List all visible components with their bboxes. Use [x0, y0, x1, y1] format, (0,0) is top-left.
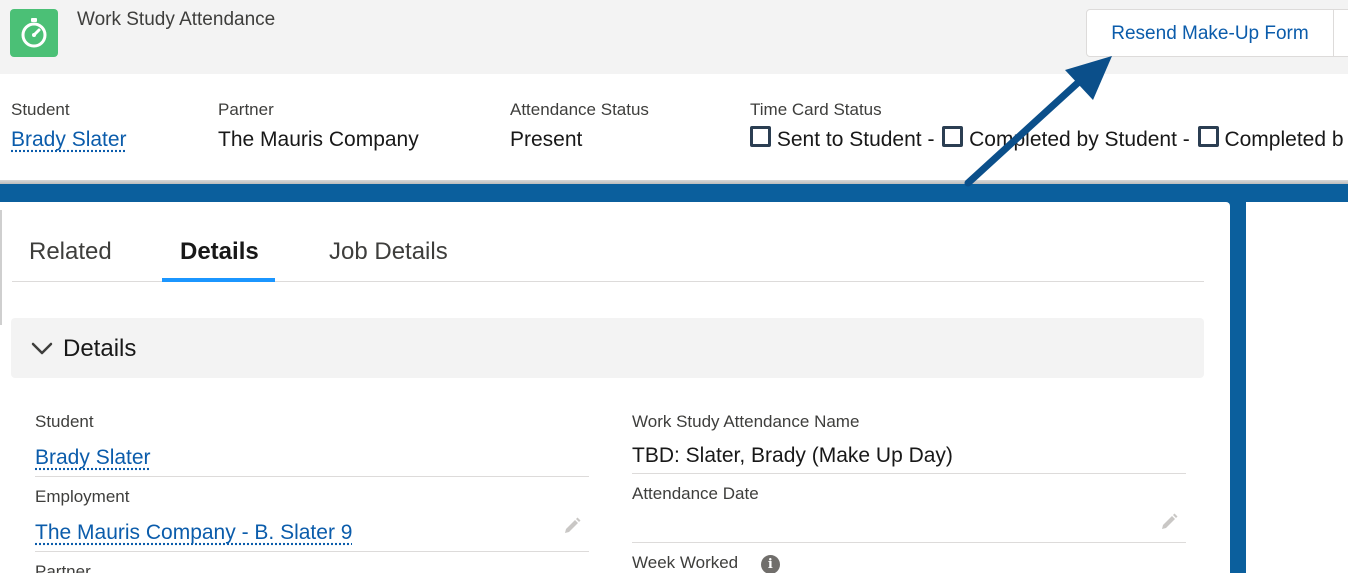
chevron-down-icon [31, 342, 53, 355]
highlight-student-label: Student [11, 100, 70, 119]
field-partner-label: Partner [35, 562, 91, 573]
field-divider [632, 473, 1186, 474]
completed-by-partner-checkbox [1197, 126, 1219, 147]
stopwatch-icon [10, 9, 58, 57]
completed-by-student-checkbox [942, 126, 964, 147]
field-week-worked-label: Week Worked [632, 553, 739, 572]
highlight-attendance-status: Attendance Status Present [510, 100, 649, 152]
more-actions-button[interactable] [1333, 9, 1348, 57]
field-attendance-name-value: TBD: Slater, Brady (Make Up Day) [632, 444, 953, 467]
field-week-worked: Week Worked i [632, 553, 780, 573]
completed-by-student-text: Completed by Student - [969, 128, 1190, 151]
field-attendance-name: Work Study Attendance Name TBD: Slater, … [632, 412, 953, 468]
highlight-attendance-status-value: Present [510, 128, 583, 151]
highlight-student-link[interactable]: Brady Slater [11, 128, 127, 151]
details-section-title: Details [63, 335, 137, 362]
highlight-attendance-status-label: Attendance Status [510, 100, 649, 119]
record-detail-card: Related Details Job Details Details Stud… [0, 202, 1230, 573]
field-student: Student Brady Slater [35, 412, 151, 470]
field-partner: Partner [35, 562, 91, 573]
field-student-link[interactable]: Brady Slater [35, 446, 151, 469]
active-tab-indicator [162, 278, 275, 282]
field-attendance-date: Attendance Date [632, 484, 759, 518]
card-left-edge [0, 210, 2, 325]
app-title: Work Study Attendance [77, 9, 276, 30]
info-icon[interactable]: i [760, 555, 780, 573]
field-divider [35, 551, 589, 552]
highlight-partner: Partner The Mauris Company [218, 100, 419, 152]
field-employment: Employment The Mauris Company - B. Slate… [35, 487, 352, 545]
field-employment-label: Employment [35, 487, 130, 506]
tab-related[interactable]: Related [29, 238, 112, 266]
page: Work Study Attendance Resend Make-Up For… [0, 0, 1348, 573]
field-attendance-name-label: Work Study Attendance Name [632, 412, 860, 431]
highlight-time-card-status: Time Card Status Sent to Student - Compl… [750, 100, 1344, 152]
highlight-partner-label: Partner [218, 100, 274, 119]
tab-job-details[interactable]: Job Details [329, 238, 448, 266]
highlights-panel: Student Brady Slater Partner The Mauris … [0, 74, 1348, 182]
tab-details[interactable]: Details [180, 238, 259, 266]
edit-employment-pencil-icon[interactable] [562, 516, 582, 536]
right-sidebar-panel [1246, 202, 1348, 573]
tab-bar: Related Details Job Details [12, 202, 1204, 282]
highlight-partner-value: The Mauris Company [218, 128, 419, 151]
details-section-header[interactable]: Details [11, 318, 1204, 378]
completed-by-partner-text: Completed b [1224, 128, 1344, 151]
sent-to-student-checkbox [750, 126, 771, 147]
resend-make-up-form-button[interactable]: Resend Make-Up Form [1086, 9, 1334, 57]
highlight-time-card-status-label: Time Card Status [750, 100, 882, 119]
page-header: Work Study Attendance Resend Make-Up For… [0, 0, 1348, 74]
sent-to-student-text: Sent to Student - [776, 128, 935, 151]
field-employment-link[interactable]: The Mauris Company - B. Slater 9 [35, 521, 352, 544]
field-attendance-date-label: Attendance Date [632, 484, 759, 503]
highlight-student: Student Brady Slater [11, 100, 127, 152]
edit-attendance-date-pencil-icon[interactable] [1159, 512, 1179, 532]
time-card-status-values: Sent to Student - Completed by Student -… [750, 126, 1344, 152]
field-divider [35, 476, 589, 477]
field-student-label: Student [35, 412, 94, 431]
field-divider [632, 542, 1186, 543]
